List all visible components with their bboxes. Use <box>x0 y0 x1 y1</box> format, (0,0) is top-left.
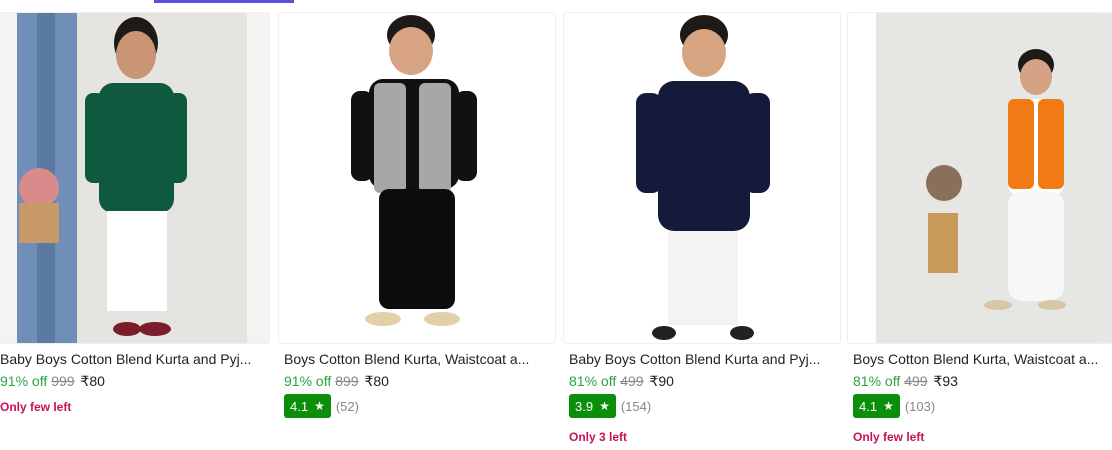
product-card[interactable]: Baby Boys Cotton Blend Kurta and Pyj... … <box>0 12 278 450</box>
price-label: ₹80 <box>80 373 105 389</box>
product-title[interactable]: Baby Boys Cotton Blend Kurta and Pyj... <box>569 349 844 369</box>
rating-value: 4.1 <box>859 398 878 414</box>
product-title[interactable]: Boys Cotton Blend Kurta, Waistcoat a... <box>284 349 559 369</box>
rating-count: (52) <box>335 398 359 414</box>
rating-badge: 3.9 ★ <box>569 394 616 418</box>
rating-value: 4.1 <box>290 398 309 414</box>
discount-label: 81% off <box>853 373 901 389</box>
price-row: 91% off 899 ₹80 <box>284 371 389 391</box>
product-image[interactable] <box>563 12 841 344</box>
stock-label: Only few left <box>853 430 925 444</box>
price-row: 81% off 499 ₹90 <box>569 371 674 391</box>
product-image[interactable] <box>0 12 270 344</box>
rating-badge: 4.1 ★ <box>284 394 331 418</box>
product-title[interactable]: Boys Cotton Blend Kurta, Waistcoat a... <box>853 349 1112 369</box>
product-card[interactable]: Boys Cotton Blend Kurta, Waistcoat a... … <box>847 12 1112 450</box>
rating-row: 3.9 ★ (154) <box>569 394 651 418</box>
rating-count: (103) <box>904 398 936 414</box>
mrp-label: 899 <box>335 373 359 389</box>
stock-label: Only few left <box>0 400 72 414</box>
rating-row: 4.1 ★ (52) <box>284 394 359 418</box>
product-card[interactable]: Boys Cotton Blend Kurta, Waistcoat a... … <box>278 12 562 450</box>
discount-label: 91% off <box>284 373 332 389</box>
rating-value: 3.9 <box>575 398 594 414</box>
price-row: 91% off 999 ₹80 <box>0 371 105 391</box>
star-icon: ★ <box>883 399 894 413</box>
mrp-label: 999 <box>51 373 75 389</box>
active-tab-indicator <box>154 0 294 3</box>
product-grid: Baby Boys Cotton Blend Kurta and Pyj... … <box>0 12 1112 450</box>
stock-label: Only 3 left <box>569 430 628 444</box>
rating-count: (154) <box>620 398 652 414</box>
price-label: ₹90 <box>649 373 674 389</box>
product-title[interactable]: Baby Boys Cotton Blend Kurta and Pyj... <box>0 349 275 369</box>
price-label: ₹93 <box>933 373 958 389</box>
product-image[interactable] <box>847 12 1112 344</box>
rating-row: 4.1 ★ (103) <box>853 394 935 418</box>
discount-label: 91% off <box>0 373 48 389</box>
star-icon: ★ <box>314 399 325 413</box>
rating-badge: 4.1 ★ <box>853 394 900 418</box>
discount-label: 81% off <box>569 373 617 389</box>
star-icon: ★ <box>599 399 610 413</box>
price-row: 81% off 499 ₹93 <box>853 371 958 391</box>
product-image[interactable] <box>278 12 556 344</box>
mrp-label: 499 <box>620 373 644 389</box>
mrp-label: 499 <box>904 373 928 389</box>
product-card[interactable]: Baby Boys Cotton Blend Kurta and Pyj... … <box>563 12 847 450</box>
price-label: ₹80 <box>364 373 389 389</box>
